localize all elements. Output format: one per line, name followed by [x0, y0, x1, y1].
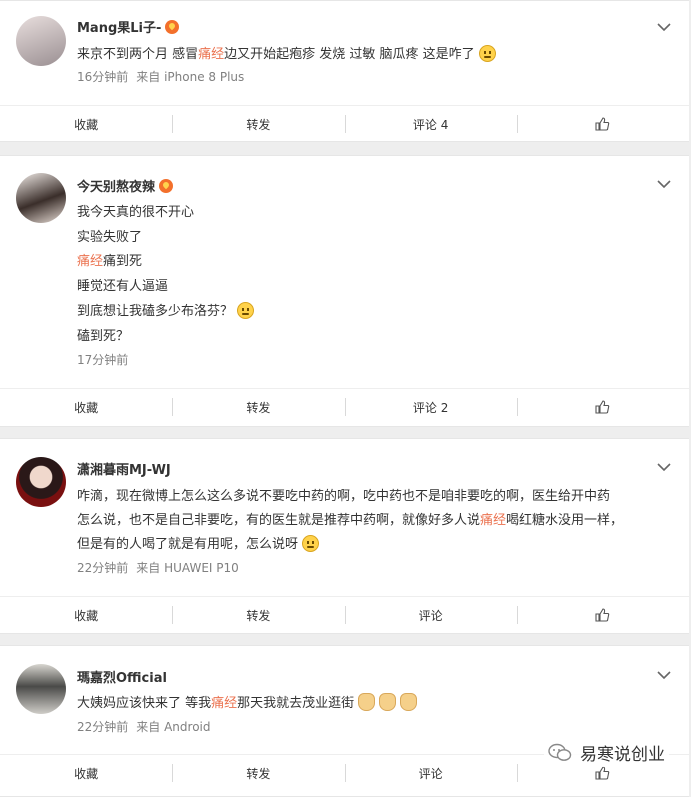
- keyword-highlight[interactable]: 痛经: [211, 696, 237, 711]
- like-button[interactable]: [516, 389, 689, 425]
- repost-button[interactable]: 转发: [172, 106, 344, 142]
- wechat-icon: [548, 743, 572, 761]
- post-text: 大姨妈应该快来了 等我痛经那天我就去茂业逛街: [77, 692, 418, 711]
- post-text-line: 实验失败了: [77, 230, 143, 245]
- favorite-button[interactable]: 收藏: [0, 597, 172, 633]
- comment-button[interactable]: 评论 2: [344, 389, 517, 425]
- post-text: 来京不到两个月 感冒痛经边又开始起疱疹 发烧 过敏 脑瓜疼 这是咋了: [77, 43, 496, 62]
- timestamp[interactable]: 16分钟前: [77, 70, 128, 84]
- username-link[interactable]: Mang果Li子-: [77, 17, 161, 36]
- post-card: 今天别熬夜辣 我今天真的很不开心 实验失败了 痛经痛到死 睡觉还有人逼逼 到底想…: [0, 155, 689, 427]
- source: 来自 Android: [136, 720, 211, 734]
- avatar[interactable]: [16, 457, 66, 507]
- timestamp[interactable]: 22分钟前: [77, 561, 128, 575]
- username[interactable]: Mang果Li子-: [77, 17, 180, 36]
- thumbs-up-icon: [595, 400, 610, 414]
- post-meta: 22分钟前 来自 HUAWEI P10: [77, 559, 247, 576]
- post-text-line: 痛经痛到死: [77, 254, 143, 269]
- post-meta: 16分钟前 来自 iPhone 8 Plus: [77, 68, 252, 85]
- avatar[interactable]: [16, 664, 66, 714]
- favorite-button[interactable]: 收藏: [0, 389, 172, 425]
- username-link[interactable]: 瑪嘉烈Official: [77, 667, 167, 686]
- post-text-line: 睡觉还有人逼逼: [77, 279, 169, 294]
- username[interactable]: 潇湘暮雨MJ-WJ: [77, 459, 171, 478]
- thumbs-up-icon: [595, 117, 610, 131]
- action-bar: 收藏 转发 评论 4: [0, 105, 689, 142]
- thumbs-up-icon: [595, 608, 610, 622]
- favorite-button[interactable]: 收藏: [0, 755, 172, 791]
- post-meta: 22分钟前 来自 Android: [77, 718, 219, 735]
- post-card: 瑪嘉烈Official 大姨妈应该快来了 等我痛经那天我就去茂业逛街 22分钟前…: [0, 645, 689, 797]
- vip-badge-icon: [165, 19, 180, 34]
- comment-button[interactable]: 评论 4: [344, 106, 517, 142]
- chevron-down-icon[interactable]: [657, 670, 671, 680]
- source: 来自 iPhone 8 Plus: [136, 70, 245, 84]
- avatar[interactable]: [16, 173, 66, 223]
- username-link[interactable]: 潇湘暮雨MJ-WJ: [77, 459, 171, 478]
- username[interactable]: 瑪嘉烈Official: [77, 667, 167, 686]
- favorite-button[interactable]: 收藏: [0, 106, 172, 142]
- comment-button[interactable]: 评论: [344, 755, 517, 791]
- username[interactable]: 今天别熬夜辣: [77, 176, 174, 195]
- watermark: 易寒说创业: [544, 738, 669, 767]
- smile-emoji-icon: [237, 302, 255, 319]
- chevron-down-icon[interactable]: [657, 22, 671, 32]
- action-bar: 收藏 转发 评论: [0, 596, 689, 633]
- source: 来自 HUAWEI P10: [136, 561, 239, 575]
- comment-button[interactable]: 评论: [344, 597, 517, 633]
- like-button[interactable]: [516, 106, 689, 142]
- post-text-line: 咋滴，现在微博上怎么这么多说不要吃中药的啊，吃中药也不是咱非要吃的啊，医生给开中…: [77, 489, 611, 504]
- thumbs-up-icon: [595, 766, 610, 780]
- like-button[interactable]: [516, 597, 689, 633]
- post-text-line: 到底想让我磕多少布洛芬？: [77, 300, 255, 319]
- post-meta: 17分钟前: [77, 351, 136, 368]
- avatar[interactable]: [16, 16, 66, 66]
- username-link[interactable]: 今天别熬夜辣: [77, 176, 155, 195]
- post-text-line: 但是有的人喝了就是有用呢，怎么说呀: [77, 533, 320, 552]
- watermark-text: 易寒说创业: [580, 745, 665, 765]
- timestamp[interactable]: 17分钟前: [77, 353, 128, 367]
- post-card: Mang果Li子- 来京不到两个月 感冒痛经边又开始起疱疹 发烧 过敏 脑瓜疼 …: [0, 0, 689, 142]
- repost-button[interactable]: 转发: [172, 389, 344, 425]
- thinking-emoji-icon: [478, 45, 496, 62]
- ok-hand-emoji-icon: [358, 693, 376, 711]
- timestamp[interactable]: 22分钟前: [77, 720, 128, 734]
- keyword-highlight[interactable]: 痛经: [198, 47, 224, 62]
- ok-hand-emoji-icon: [400, 693, 418, 711]
- post-text-line: 我今天真的很不开心: [77, 205, 195, 220]
- ok-hand-emoji-icon: [379, 693, 397, 711]
- keyword-highlight[interactable]: 痛经: [480, 513, 506, 528]
- repost-button[interactable]: 转发: [172, 597, 344, 633]
- confused-emoji-icon: [302, 535, 320, 552]
- chevron-down-icon[interactable]: [657, 462, 671, 472]
- post-card: 潇湘暮雨MJ-WJ 咋滴，现在微博上怎么这么多说不要吃中药的啊，吃中药也不是咱非…: [0, 438, 689, 634]
- chevron-down-icon[interactable]: [657, 179, 671, 189]
- repost-button[interactable]: 转发: [172, 755, 344, 791]
- post-text-line: 磕到死？: [77, 329, 130, 344]
- post-text-line: 怎么说，也不是自己非要吃，有的医生就是推荐中药啊，就像好多人说痛经喝红糖水没用一…: [77, 513, 624, 528]
- keyword-highlight[interactable]: 痛经: [77, 254, 103, 269]
- vip-badge-icon: [159, 178, 174, 193]
- action-bar: 收藏 转发 评论 2: [0, 388, 689, 425]
